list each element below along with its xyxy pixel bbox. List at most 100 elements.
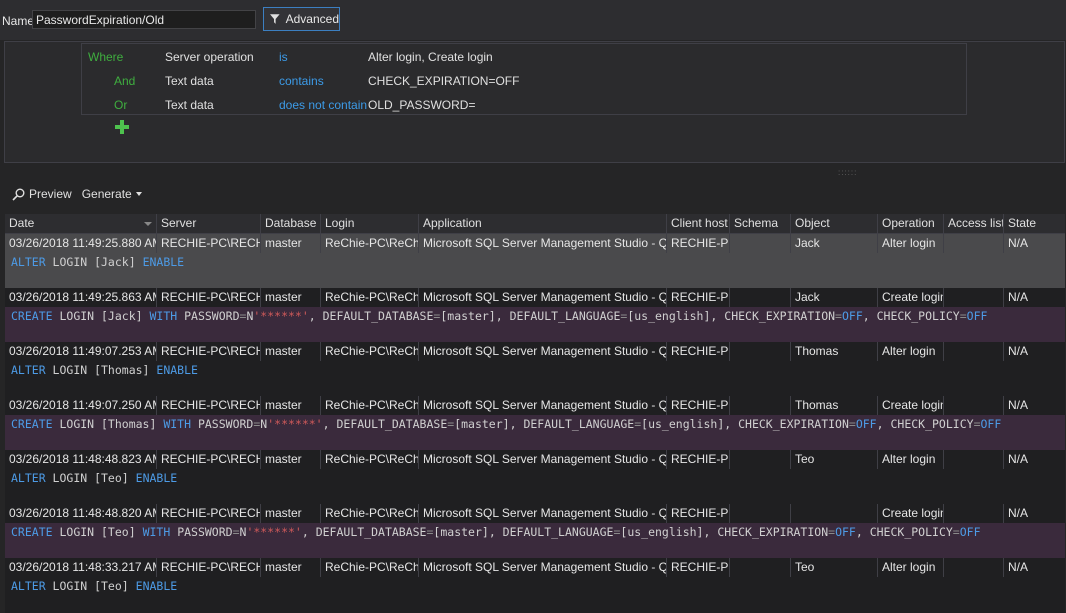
sql-token: LOGIN [Jack] xyxy=(52,309,150,323)
column-header-login[interactable]: Login xyxy=(321,214,419,233)
sql-token: LOGIN [Jack] xyxy=(45,255,143,269)
table-row-fields[interactable]: 03/26/2018 11:48:48.823 AMRECHIE-PC\RECH… xyxy=(5,450,1065,469)
toolbar: Preview Generate xyxy=(0,184,152,204)
cell-login: ReChie-PC\ReChie xyxy=(321,504,419,523)
filter-operator[interactable]: contains xyxy=(279,74,324,88)
plus-icon[interactable] xyxy=(115,120,129,134)
table-row[interactable]: 03/26/2018 11:49:25.863 AMRECHIE-PC\RECH… xyxy=(5,288,1065,342)
cell-operation: Alter login xyxy=(878,558,944,577)
table-row[interactable]: 03/26/2018 11:49:25.880 AMRECHIE-PC\RECH… xyxy=(5,234,1065,288)
table-row-fields[interactable]: 03/26/2018 11:49:07.250 AMRECHIE-PC\RECH… xyxy=(5,396,1065,415)
cell-object: Thomas xyxy=(791,396,878,415)
filter-connector-and[interactable]: And xyxy=(114,74,135,88)
cell-object: Teo xyxy=(791,558,878,577)
sql-token: DEFAULT_DATABASE xyxy=(308,525,427,539)
cell-database: master xyxy=(261,450,321,469)
cell-state: N/A xyxy=(1008,344,1029,358)
cell-access-list xyxy=(944,396,1004,415)
sql-token: OFF xyxy=(959,525,981,539)
sql-token: WITH xyxy=(142,525,171,539)
sql-token: CREATE xyxy=(11,417,53,431)
sql-token: DEFAULT_LANGUAGE xyxy=(502,309,621,323)
filter-value[interactable]: CHECK_EXPIRATION=OFF xyxy=(368,74,519,88)
cell-application: Microsoft SQL Server Management Studio -… xyxy=(419,396,667,415)
column-header-application[interactable]: Application xyxy=(419,214,667,233)
filter-connector-where[interactable]: Where xyxy=(88,50,123,64)
sql-token: LOGIN [Teo] xyxy=(45,471,136,485)
sql-token: = xyxy=(959,309,967,323)
filter-field[interactable]: Server operation xyxy=(165,50,254,64)
cell-operation: Create login xyxy=(878,504,944,523)
advanced-button[interactable]: Advanced xyxy=(263,7,340,31)
cell-operation: Alter login xyxy=(878,234,944,253)
cell-state: N/A xyxy=(1008,452,1029,466)
table-row[interactable]: 03/26/2018 11:48:48.823 AMRECHIE-PC\RECH… xyxy=(5,450,1065,504)
preview-button[interactable]: Preview xyxy=(12,187,72,201)
table-row[interactable]: 03/26/2018 11:49:07.253 AMRECHIE-PC\RECH… xyxy=(5,342,1065,396)
sql-token: '******' xyxy=(253,309,309,323)
cell-database: master xyxy=(261,342,321,361)
sql-token: , xyxy=(862,309,870,323)
sql-token: DEFAULT_LANGUAGE xyxy=(516,417,635,431)
audit-grid: Date Server Database Login Application C… xyxy=(5,214,1065,613)
cell-state: N/A xyxy=(1008,506,1029,520)
filter-field[interactable]: Text data xyxy=(165,74,214,88)
sql-token: , xyxy=(495,309,503,323)
filter-operator[interactable]: does not contain xyxy=(279,98,367,112)
splitter-grip[interactable]: :::::: xyxy=(838,168,858,177)
column-header-database[interactable]: Database xyxy=(261,214,321,233)
sql-token: [us_english] xyxy=(620,525,704,539)
cell-server: RECHIE-PC\RECHIE xyxy=(157,558,261,577)
cell-date: 03/26/2018 11:48:48.820 AM xyxy=(5,504,157,523)
column-header-access-list[interactable]: Access list xyxy=(944,214,1004,233)
column-header-server[interactable]: Server xyxy=(157,214,261,233)
cell-operation: Alter login xyxy=(878,342,944,361)
sql-token: ENABLE xyxy=(135,579,178,593)
table-row-fields[interactable]: 03/26/2018 11:49:25.880 AMRECHIE-PC\RECH… xyxy=(5,234,1065,253)
sql-token: CREATE xyxy=(11,525,53,539)
filter-value[interactable]: OLD_PASSWORD= xyxy=(368,98,475,112)
cell-application: Microsoft SQL Server Management Studio -… xyxy=(419,342,667,361)
cell-login: ReChie-PC\ReChie xyxy=(321,396,419,415)
sql-token: LOGIN [Thomas] xyxy=(45,363,157,377)
cell-login: ReChie-PC\ReChie xyxy=(321,558,419,577)
cell-application: Microsoft SQL Server Management Studio -… xyxy=(419,234,667,253)
cell-schema xyxy=(730,504,791,523)
column-header-client-host[interactable]: Client host xyxy=(667,214,730,233)
table-row[interactable]: 03/26/2018 11:49:07.250 AMRECHIE-PC\RECH… xyxy=(5,396,1065,450)
column-header-schema[interactable]: Schema xyxy=(730,214,791,233)
cell-access-list xyxy=(944,234,1004,253)
preview-label: Preview xyxy=(29,187,72,201)
table-row[interactable]: 03/26/2018 11:48:33.217 AMRECHIE-PC\RECH… xyxy=(5,558,1065,612)
cell-server: RECHIE-PC\RECHIE xyxy=(157,234,261,253)
generate-button[interactable]: Generate xyxy=(82,187,142,201)
filter-field[interactable]: Text data xyxy=(165,98,214,112)
column-header-date[interactable]: Date xyxy=(5,214,157,233)
table-row-fields[interactable]: 03/26/2018 11:48:33.217 AMRECHIE-PC\RECH… xyxy=(5,558,1065,577)
filter-operator[interactable]: is xyxy=(279,50,288,64)
filter-value[interactable]: Alter login, Create login xyxy=(368,50,493,64)
table-row-fields[interactable]: 03/26/2018 11:49:25.863 AMRECHIE-PC\RECH… xyxy=(5,288,1065,307)
cell-operation: Alter login xyxy=(878,450,944,469)
cell-database: master xyxy=(261,234,321,253)
sql-token: CREATE xyxy=(11,309,53,323)
sql-token: , xyxy=(322,417,330,431)
column-header-state[interactable]: State xyxy=(1004,214,1065,233)
sql-token: DEFAULT_DATABASE xyxy=(315,309,434,323)
table-row[interactable]: 03/26/2018 11:48:48.820 AMRECHIE-PC\RECH… xyxy=(5,504,1065,558)
cell-server: RECHIE-PC\RECHIE xyxy=(157,288,261,307)
sql-token: ALTER xyxy=(11,579,46,593)
cell-access-list xyxy=(944,450,1004,469)
cell-login: ReChie-PC\ReChie xyxy=(321,450,419,469)
cell-operation: Create login xyxy=(878,288,944,307)
cell-access-list xyxy=(944,558,1004,577)
table-row-fields[interactable]: 03/26/2018 11:49:07.253 AMRECHIE-PC\RECH… xyxy=(5,342,1065,361)
cell-client-host: RECHIE-PC xyxy=(667,234,730,253)
column-header-object[interactable]: Object xyxy=(791,214,878,233)
sql-token: [us_english] xyxy=(641,417,725,431)
column-header-operation[interactable]: Operation xyxy=(878,214,944,233)
table-row-fields[interactable]: 03/26/2018 11:48:48.820 AMRECHIE-PC\RECH… xyxy=(5,504,1065,523)
name-input[interactable] xyxy=(32,10,256,29)
filter-connector-or[interactable]: Or xyxy=(114,98,127,112)
sql-token: , xyxy=(876,417,884,431)
